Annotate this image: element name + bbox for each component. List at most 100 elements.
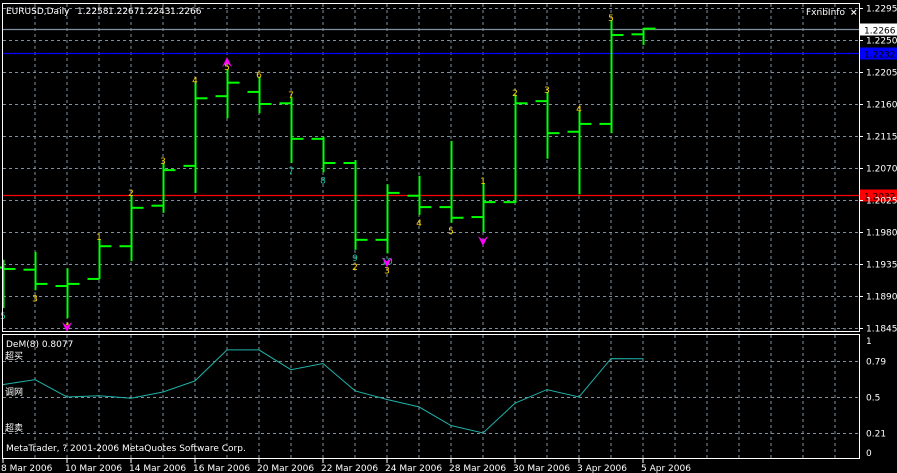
demarker-point [194,380,196,382]
ohlc-bar [183,82,208,193]
ohlc-bar [599,20,624,134]
demarker-point [130,397,132,399]
ohlc-bar [631,27,656,45]
price-tick-label: 1.2025 [866,197,897,207]
indicator-title: DeM(8) 0.8077 [6,340,73,350]
count-label: 1 [480,177,486,187]
indicator-tick-label: 1 [866,337,872,347]
price-tick-label: 1.2070 [866,165,897,175]
count-label: 5 [448,227,454,237]
count-label: 3 [160,157,166,167]
ohlc-bars [0,20,656,319]
ohlc-bar [55,268,80,319]
demarker-point [578,396,580,398]
count-label: 2 [352,263,358,273]
ohlc-low: 1.2243 [139,7,171,17]
ohlc-bar [215,69,240,119]
price-tick-label: 1.2250 [866,37,897,47]
count-label: 4 [576,105,582,115]
indicator-tick-label: 0 [866,449,872,459]
ohlc-bar [311,136,336,173]
demarker-point [482,432,484,434]
demarker-point [642,358,644,360]
date-tick-label: 24 Mar 2006 [385,464,442,473]
date-tick-label: 22 Mar 2006 [321,464,378,473]
demarker-point [226,349,228,351]
date-tick-label: 16 Mar 2006 [193,464,250,473]
copyright: MetaTrader, ? 2001-2006 MetaQuotes Softw… [6,444,246,454]
ohlc-bar [535,91,560,159]
demarker-point [98,395,100,397]
ohlc-bar [247,76,272,114]
count-label: 8 [320,176,326,186]
level-label-oversold: 超卖 [5,422,23,434]
date-tick-label: 8 Mar 2006 [1,464,53,473]
price-tick-label: 1.1890 [866,293,897,303]
demarker-point [290,369,292,371]
ohlc-high: 1.2267 [108,7,140,17]
ohlc-bar [471,182,496,232]
ohlc-bar [503,94,528,204]
ohlc-bar [119,195,144,262]
demarker-point [514,402,516,404]
ohlc-bar [375,184,400,254]
price-tick-label: 1.1935 [866,261,897,271]
count-label: 4 [416,219,422,229]
demarker-point [322,362,324,365]
count-label: 2 [512,89,518,99]
chart-canvas[interactable]: 1.22661.22321.2032 534123456778921034512… [0,0,897,473]
ohlc-open: 1.2258 [77,7,109,17]
price-tick-label: 1.2115 [866,133,897,143]
demarker-point [66,396,68,398]
date-tick-label: 20 Mar 2006 [257,464,314,473]
demarker-point [418,406,420,408]
arrow-down-icon [478,235,488,246]
count-label: 7 [288,91,294,101]
horizontal-lines[interactable]: 1.22661.22321.2032 [3,23,897,203]
ohlc-bar [151,163,176,213]
count-label: 3 [32,294,38,304]
ohlc-bar [23,251,48,291]
indicator-tick-label: 0.79 [866,358,886,368]
demarker-point [610,357,612,360]
level-label-overbought: 超买 [5,350,23,362]
count-label: 2 [128,189,134,199]
count-label: 1 [96,233,102,243]
price-tick-label: 1.2295 [866,5,897,15]
demarker-point [162,391,164,393]
info-panel-label: FxnbInfo [806,8,845,18]
price-line-label: 1.2266 [864,27,896,37]
ohlc-bar [343,160,368,250]
level-label-middle: 调网 [5,387,23,398]
date-tick-label: 28 Mar 2006 [449,464,506,473]
close-icon[interactable]: × [850,8,858,18]
date-tick-label: 14 Mar 2006 [129,464,186,473]
price-tick-label: 1.2205 [866,69,897,79]
demarker-point [450,424,452,427]
count-label: 7 [288,167,294,177]
count-labels: 534123456778921034512345 [0,14,614,333]
ohlc-bar [87,239,112,280]
count-label: 3 [544,86,550,96]
ohlc-bar [567,111,592,195]
count-label: 4 [192,77,198,87]
price-tick-label: 1.1845 [866,325,897,335]
ohlc-close: 1.2266 [170,7,202,17]
demarker-point [354,390,356,392]
price-line-label: 1.2232 [864,51,896,61]
ohlc-bar [279,96,304,164]
price-tick-label: 1.1980 [866,229,897,239]
count-label: 3 [384,266,390,276]
chart-title: EURUSD,Daily [6,7,70,17]
indicator-tick-label: 0.21 [866,430,886,440]
count-label: 5 [608,14,614,24]
count-label: 6 [256,71,262,81]
indicator-tick-label: 0.5 [866,394,880,404]
demarker-point [546,388,548,391]
demarker-point [34,379,36,381]
demarker-point [386,398,388,401]
demarker-point [258,349,260,351]
date-tick-label: 5 Apr 2006 [641,464,691,473]
ohlc-bar [439,140,464,223]
price-tick-label: 1.2160 [866,101,897,111]
